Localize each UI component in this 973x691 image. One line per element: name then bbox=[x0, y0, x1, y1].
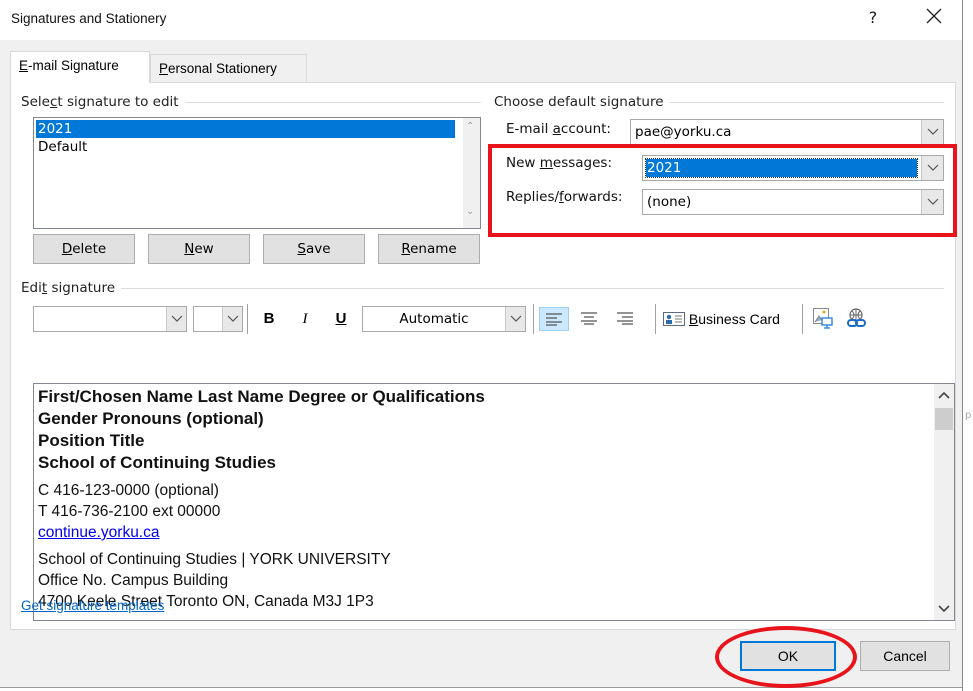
list-item-default[interactable]: Default bbox=[36, 138, 455, 156]
help-button[interactable]: ? bbox=[866, 8, 880, 27]
edit-signature-label: Edit signature bbox=[21, 280, 122, 296]
insert-hyperlink-button[interactable] bbox=[845, 307, 869, 331]
dropdown-button[interactable] bbox=[921, 190, 943, 214]
signature-name-line: First/Chosen Name Last Name Degree or Qu… bbox=[38, 387, 485, 406]
chevron-down-icon bbox=[927, 198, 939, 205]
align-left-button[interactable] bbox=[539, 307, 569, 331]
font-color-select[interactable]: Automatic bbox=[362, 306, 526, 332]
chevron-down-icon bbox=[927, 164, 939, 171]
close-icon bbox=[926, 8, 942, 24]
dropdown-button[interactable] bbox=[921, 120, 943, 144]
font-size-select[interactable] bbox=[193, 306, 243, 332]
align-center-button[interactable] bbox=[575, 307, 603, 331]
new-messages-select[interactable]: 2021 bbox=[642, 155, 944, 181]
business-card-icon bbox=[663, 312, 685, 326]
scrollbar-thumb[interactable] bbox=[935, 408, 953, 430]
replies-forwards-select[interactable]: (none) bbox=[642, 189, 944, 215]
list-item-2021[interactable]: 2021 bbox=[36, 120, 455, 138]
toolbar-separator bbox=[655, 304, 656, 334]
get-signature-templates-link[interactable]: Get signature templates bbox=[21, 598, 164, 613]
editor-scrollbar[interactable] bbox=[934, 384, 954, 620]
scroll-down-icon[interactable] bbox=[934, 598, 954, 618]
list-scrollbar[interactable]: ⌃ ⌄ bbox=[463, 118, 480, 228]
underline-button[interactable]: U bbox=[329, 307, 353, 331]
signature-editor[interactable]: First/Chosen Name Last Name Degree or Qu… bbox=[33, 383, 955, 621]
tab-email-signature[interactable]: E-mail Signature bbox=[10, 51, 150, 83]
tab-personal-stationery[interactable]: Personal Stationery bbox=[150, 54, 307, 82]
email-account-label: E-mail account: bbox=[506, 121, 611, 137]
align-right-icon bbox=[617, 312, 633, 325]
rename-button[interactable]: Rename bbox=[378, 234, 480, 264]
insert-picture-icon bbox=[813, 308, 833, 329]
signature-content: First/Chosen Name Last Name Degree or Qu… bbox=[38, 386, 485, 612]
background-window-edge: p bbox=[962, 0, 973, 691]
email-account-select[interactable]: pae@yorku.ca bbox=[630, 119, 944, 145]
cancel-button[interactable]: Cancel bbox=[860, 641, 950, 671]
chevron-down-icon bbox=[171, 315, 183, 322]
signature-address-line: School of Continuing Studies | YORK UNIV… bbox=[38, 551, 391, 568]
delete-button[interactable]: Delete bbox=[33, 234, 135, 264]
close-button[interactable] bbox=[924, 6, 944, 28]
new-button[interactable]: New bbox=[148, 234, 250, 264]
signature-tel-line: T 416-736-2100 ext 00000 bbox=[38, 503, 221, 520]
bold-button[interactable]: B bbox=[257, 307, 281, 331]
signature-cell-line: C 416-123-0000 (optional) bbox=[38, 482, 219, 499]
signature-pronouns-line: Gender Pronouns (optional) bbox=[38, 409, 264, 428]
toolbar-separator bbox=[533, 304, 534, 334]
signature-address-line: Office No. Campus Building bbox=[38, 572, 229, 589]
dropdown-button[interactable] bbox=[222, 307, 242, 331]
scroll-up-icon[interactable]: ⌃ bbox=[466, 121, 474, 132]
align-center-icon bbox=[581, 312, 597, 325]
dropdown-button[interactable] bbox=[166, 307, 186, 331]
font-name-select[interactable] bbox=[33, 306, 187, 332]
hyperlink-icon bbox=[847, 308, 866, 327]
title-bar: Signatures and Stationery ? bbox=[0, 0, 962, 40]
ok-button[interactable]: OK bbox=[740, 641, 836, 671]
toolbar-separator bbox=[247, 304, 248, 334]
dropdown-button[interactable] bbox=[921, 156, 943, 180]
scroll-up-icon[interactable] bbox=[934, 386, 954, 406]
toolbar-separator bbox=[802, 304, 803, 334]
chevron-down-icon bbox=[927, 128, 939, 135]
select-signature-label: Select signature to edit bbox=[21, 94, 185, 110]
replies-forwards-label: Replies/forwards: bbox=[506, 189, 623, 205]
italic-button[interactable]: I bbox=[293, 307, 317, 331]
window-title: Signatures and Stationery bbox=[11, 11, 167, 26]
chevron-down-icon bbox=[510, 315, 522, 322]
align-left-icon bbox=[546, 313, 562, 326]
signature-position-line: Position Title bbox=[38, 431, 145, 450]
business-card-button[interactable]: Business Card bbox=[663, 307, 780, 331]
signature-school-line: School of Continuing Studies bbox=[38, 453, 276, 472]
save-button[interactable]: Save bbox=[263, 234, 365, 264]
divider bbox=[21, 288, 944, 289]
signature-list[interactable]: 2021 Default ⌃ ⌄ bbox=[33, 117, 481, 229]
dialog-body: E-mail Signature Personal Stationery Sel… bbox=[0, 40, 962, 688]
dropdown-button[interactable] bbox=[505, 307, 525, 331]
chevron-down-icon bbox=[227, 315, 239, 322]
tab-panel: Select signature to edit 2021 Default ⌃ … bbox=[10, 82, 956, 630]
signature-website-link[interactable]: continue.yorku.ca bbox=[38, 522, 485, 543]
scroll-down-icon[interactable]: ⌄ bbox=[466, 206, 474, 217]
align-right-button[interactable] bbox=[611, 307, 639, 331]
new-messages-label: New messages: bbox=[506, 155, 613, 171]
default-signature-label: Choose default signature bbox=[494, 94, 670, 110]
insert-picture-button[interactable] bbox=[811, 307, 835, 331]
